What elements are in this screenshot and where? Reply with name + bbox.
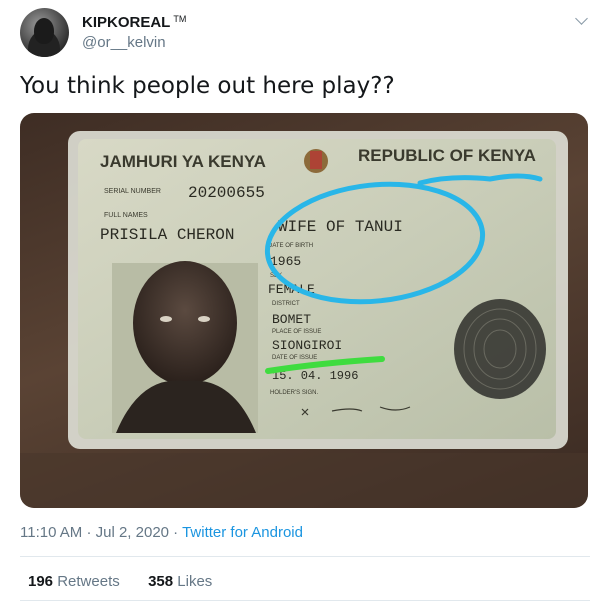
- retweets-label: Retweets: [57, 573, 120, 590]
- serial-label: SERIAL NUMBER: [104, 188, 161, 195]
- sign-label: HOLDER'S SIGN.: [270, 390, 318, 396]
- chevron-down-icon[interactable]: [575, 12, 588, 25]
- issue-label: DATE OF ISSUE: [272, 355, 317, 361]
- meta-separator-2: ·: [173, 524, 179, 541]
- divider-bottom: [20, 600, 590, 601]
- fingerprint-icon: [454, 299, 546, 399]
- likes-count: 358: [148, 573, 174, 590]
- card-header-right: REPUBLIC OF KENYA: [358, 146, 536, 165]
- avatar[interactable]: [20, 8, 69, 57]
- tweet-meta: 11:10 AM · Jul 2, 2020 · Twitter for And…: [20, 524, 303, 541]
- retweets-stat[interactable]: 196 Retweets: [28, 573, 120, 590]
- full-names: PRISILA CHERON: [100, 226, 234, 244]
- trademark-badge: TM: [173, 14, 187, 24]
- tweet-stats: 196 Retweets 358 Likes: [28, 573, 212, 590]
- author-name[interactable]: KIPKOREAL TM: [82, 14, 186, 31]
- tweet-header: KIPKOREAL TM @or__kelvin: [20, 8, 590, 57]
- tweet-source[interactable]: Twitter for Android: [182, 524, 303, 541]
- dob-value: 1965: [270, 254, 301, 269]
- holder-portrait: [112, 261, 258, 433]
- full-names-label: FULL NAMES: [104, 212, 148, 219]
- author-display-name[interactable]: KIPKOREAL: [82, 14, 170, 31]
- dob-label: DATE OF BIRTH: [268, 243, 313, 249]
- card-header-left: JAMHURI YA KENYA: [100, 152, 266, 171]
- serial-number: 20200655: [188, 184, 265, 202]
- likes-label: Likes: [177, 573, 213, 590]
- meta-separator: ·: [86, 524, 92, 541]
- place-label: PLACE OF ISSUE: [272, 329, 321, 335]
- wife-of-text: WIFE OF TANUI: [278, 218, 403, 236]
- tweet-time[interactable]: 11:10 AM: [20, 524, 82, 541]
- tweet-date[interactable]: Jul 2, 2020: [96, 524, 169, 541]
- district-label: DISTRICT: [272, 301, 300, 307]
- district-value: BOMET: [272, 312, 311, 327]
- id-card-image: JAMHURI YA KENYA REPUBLIC OF KENYA SERIA…: [20, 131, 588, 508]
- likes-stat[interactable]: 358 Likes: [148, 573, 212, 590]
- tweet-text: You think people out here play??: [20, 73, 395, 99]
- tweet-photo[interactable]: JAMHURI YA KENYA REPUBLIC OF KENYA SERIA…: [20, 113, 588, 508]
- author-handle[interactable]: @or__kelvin: [82, 34, 166, 51]
- coat-of-arms-icon: [304, 149, 328, 173]
- divider: [20, 556, 590, 557]
- place-value: SIONGIROI: [272, 338, 342, 353]
- background-table: [20, 453, 588, 508]
- retweets-count: 196: [28, 573, 54, 590]
